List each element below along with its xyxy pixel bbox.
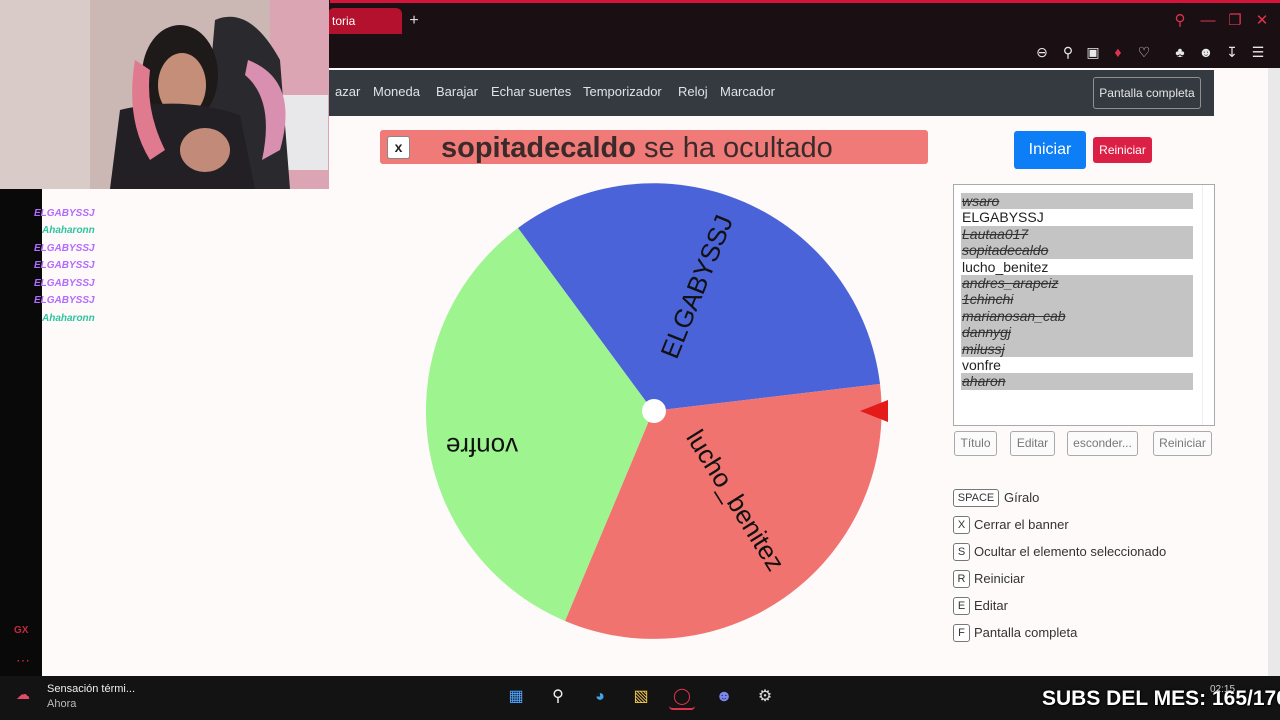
chat-user: ELGABYSSJ — [34, 278, 95, 289]
fullscreen-button[interactable]: Pantalla completa — [1093, 77, 1201, 109]
entry-vonfre[interactable]: vonfre — [961, 357, 1193, 373]
browser-tab[interactable]: toria — [328, 8, 402, 34]
nav-barajar[interactable]: Barajar — [436, 84, 478, 99]
weather-icon[interactable]: ☁ — [16, 686, 42, 706]
search-icon[interactable]: ⚲ — [545, 684, 571, 710]
shield-icon[interactable]: ♦ — [1108, 42, 1128, 62]
nav-temporizador[interactable]: Temporizador — [583, 84, 662, 99]
page-scrollbar[interactable] — [1268, 68, 1280, 676]
webcam-overlay — [0, 0, 329, 189]
reset-button[interactable]: Reiniciar — [1093, 137, 1152, 163]
entry-wsaro[interactable]: wsaro — [961, 193, 1193, 210]
chat-user: ELGABYSSJ — [34, 243, 95, 254]
start-button[interactable]: Iniciar — [1014, 131, 1086, 169]
entry-1chinchi[interactable]: 1chinchi — [961, 291, 1193, 308]
entry-milussj[interactable]: milussj — [961, 340, 1193, 357]
app-icon[interactable]: ⚙ — [752, 684, 778, 710]
shortcut-key-r: R — [953, 570, 970, 588]
shortcut-desc-close-banner: Cerrar el banner — [974, 517, 1069, 532]
shortcut-key-s: S — [953, 543, 970, 561]
entry-sopitadecaldo[interactable]: sopitadecaldo — [961, 242, 1193, 259]
banner-entry-name: sopitadecaldo — [441, 132, 636, 164]
shortcut-desc-reset: Reiniciar — [974, 571, 1025, 586]
edit-button[interactable]: Editar — [1010, 431, 1055, 456]
entry-lucho-benitez[interactable]: lucho_benitez — [961, 259, 1193, 275]
wheel-center-hub — [642, 399, 666, 423]
new-tab-button[interactable]: + — [404, 10, 424, 32]
entries-list[interactable]: wsaro ELGABYSSJ Lautaa017 sopitadecaldo luch… — [953, 184, 1215, 426]
download-icon[interactable]: ↧ — [1222, 42, 1242, 62]
subs-counter-overlay: SUBS DEL MES: 165/170 — [1042, 687, 1280, 710]
weather-subtitle: Ahora — [47, 698, 77, 710]
menu-icon[interactable]: ☰ — [1248, 42, 1268, 62]
banner-suffix: se ha ocultado — [636, 132, 833, 164]
nav-azar[interactable]: azar — [335, 84, 360, 99]
gx-logo: GX — [14, 625, 29, 636]
entry-dannygj[interactable]: dannygj — [961, 324, 1193, 341]
screenshot-icon[interactable]: ▣ — [1083, 42, 1103, 62]
browser-accent-line — [330, 0, 1280, 3]
shortcut-desc-edit: Editar — [974, 598, 1008, 613]
shortcut-key-space: SPACE — [953, 489, 999, 507]
chat-user: Ahaharonn — [42, 313, 95, 324]
profile-icon[interactable]: ☻ — [1196, 42, 1216, 62]
shortcut-desc-spin: Gíralo — [1004, 490, 1040, 505]
pin-icon[interactable]: ⚲ — [1058, 42, 1078, 62]
wheel-label-vonfre: vonfre — [446, 432, 518, 462]
edge-browser-icon[interactable]: ◕ — [587, 684, 613, 710]
shortcut-desc-hide-selected: Ocultar el elemento seleccionado — [974, 544, 1167, 559]
chat-user: ELGABYSSJ — [34, 260, 95, 271]
chat-user: ELGABYSSJ — [34, 295, 95, 306]
title-button[interactable]: Título — [954, 431, 997, 456]
zoom-out-icon[interactable]: ⊖ — [1032, 42, 1052, 62]
shortcut-key-x: X — [953, 516, 970, 534]
nav-echar-suertes[interactable]: Echar suertes — [491, 84, 571, 99]
hide-button[interactable]: esconder... — [1067, 431, 1138, 456]
spin-wheel[interactable]: ELGABYSSJ lucho_benitez vonfre — [420, 180, 890, 646]
entry-aharon[interactable]: aharon — [961, 373, 1193, 390]
chat-user: ELGABYSSJ — [34, 208, 95, 219]
nav-moneda[interactable]: Moneda — [373, 84, 420, 99]
system-clock[interactable]: 02:15 — [1210, 684, 1235, 695]
entry-andres-arapeiz[interactable]: andres_arapeiz — [961, 275, 1193, 292]
nav-reloj[interactable]: Reloj — [678, 84, 708, 99]
search-icon[interactable]: ⚲ — [1170, 10, 1190, 32]
minimize-icon[interactable]: — — [1198, 10, 1218, 32]
entry-elgabyssj[interactable]: ELGABYSSJ — [961, 209, 1193, 225]
shortcut-key-e: E — [953, 597, 970, 615]
shortcut-desc-fullscreen: Pantalla completa — [974, 625, 1078, 640]
windows-start-icon[interactable]: ▦ — [503, 684, 529, 710]
shortcut-key-f: F — [953, 624, 970, 642]
heart-icon[interactable]: ♡ — [1134, 42, 1154, 62]
maximize-icon[interactable]: ❐ — [1225, 10, 1245, 32]
banner-message: sopitadecaldo se ha ocultado — [441, 132, 833, 165]
extensions-icon[interactable]: ♣ — [1170, 42, 1190, 62]
weather-title[interactable]: Sensación térmi... — [47, 683, 135, 695]
nav-marcador[interactable]: Marcador — [720, 84, 775, 99]
discord-icon[interactable]: ☻ — [711, 684, 737, 710]
file-explorer-icon[interactable]: ▧ — [628, 684, 654, 710]
banner-close-button[interactable]: x — [387, 136, 410, 159]
list-reset-button[interactable]: Reiniciar — [1153, 431, 1212, 456]
opera-gx-icon[interactable]: ◯ — [669, 684, 695, 710]
chat-user: Ahaharonn — [42, 225, 95, 236]
entry-lautaa017[interactable]: Lautaa017 — [961, 225, 1193, 243]
more-icon[interactable]: ⋯ — [16, 652, 30, 669]
close-window-icon[interactable]: ✕ — [1252, 10, 1272, 32]
entry-marianosan-cab[interactable]: marianosan_cab — [961, 307, 1193, 325]
entries-scrollbar[interactable] — [1202, 185, 1214, 425]
